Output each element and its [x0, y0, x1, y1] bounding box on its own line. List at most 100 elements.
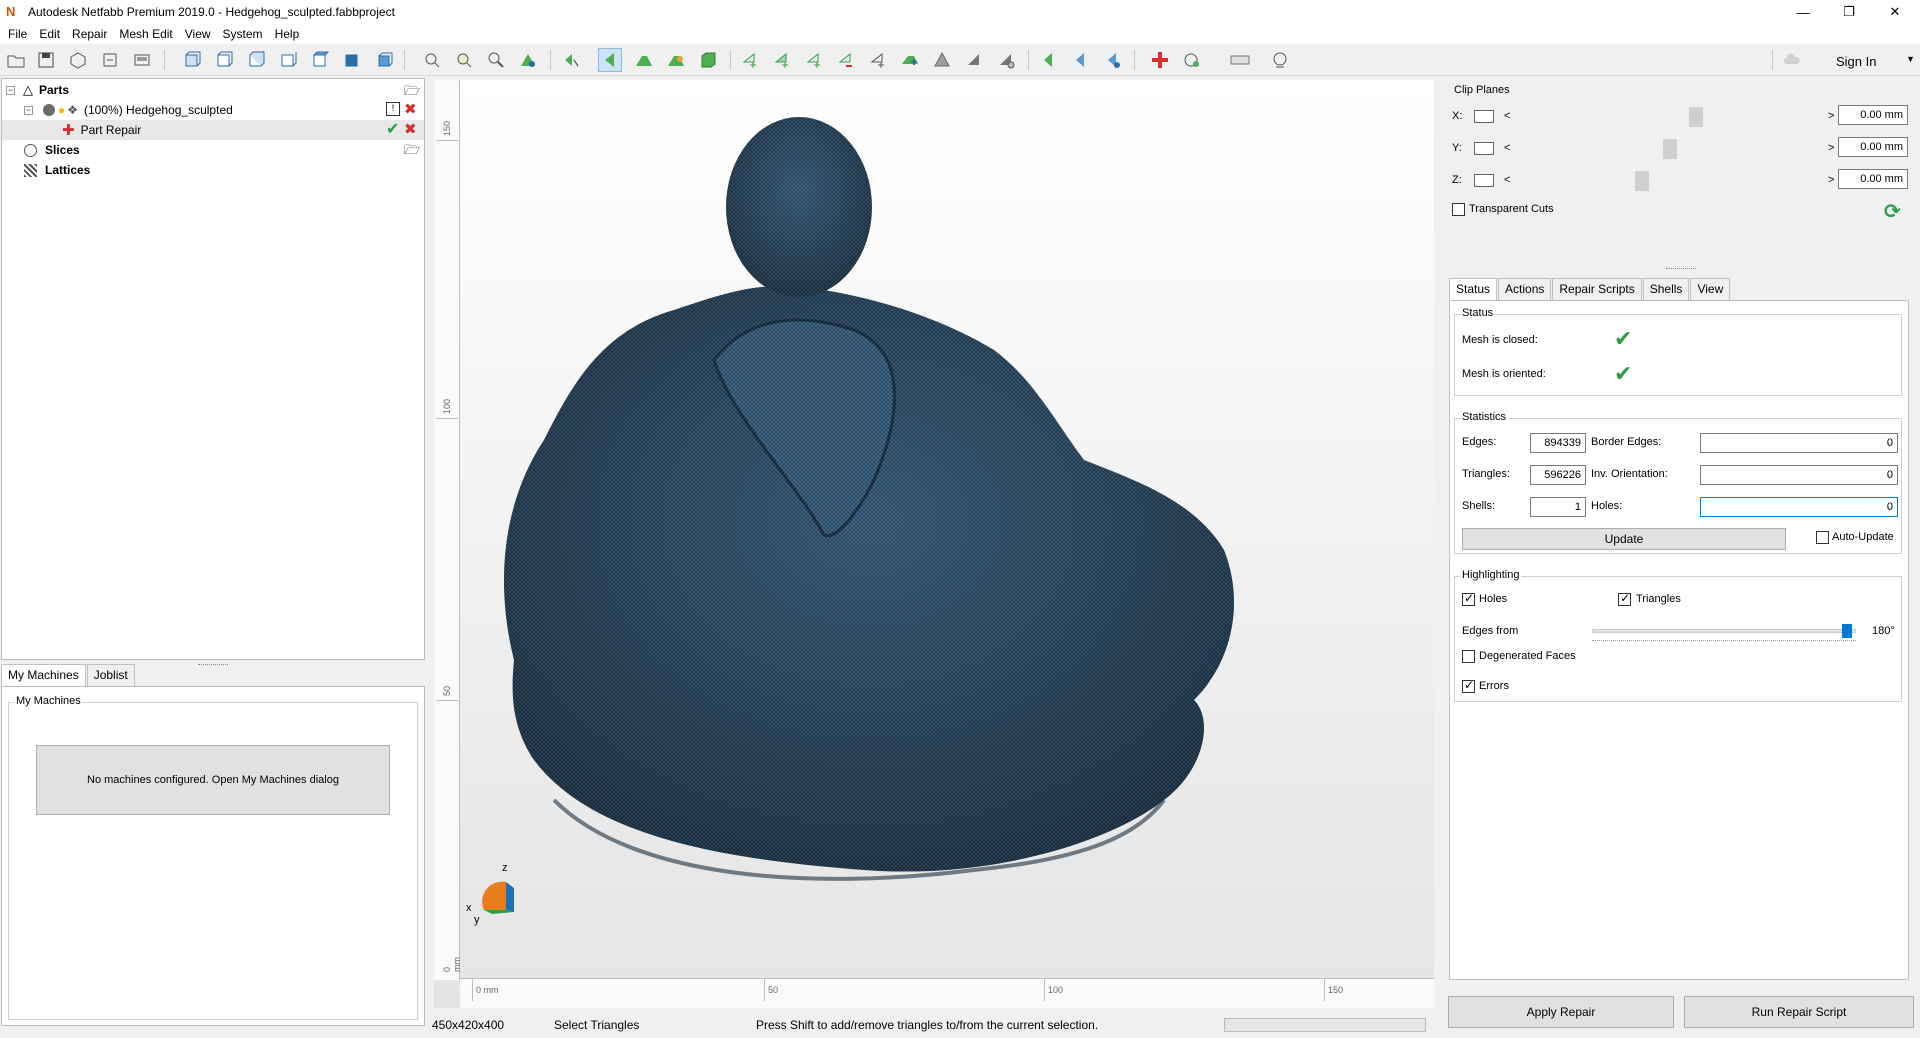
view-iso-icon[interactable] — [372, 48, 396, 72]
zoom-icon[interactable] — [484, 48, 508, 72]
clip-plane-z-value[interactable]: 0.00 mm — [1838, 169, 1908, 189]
zoom-selection-icon[interactable] — [452, 48, 476, 72]
clip-plane-z-slider[interactable] — [1518, 171, 1824, 191]
update-button[interactable]: Update — [1462, 528, 1786, 550]
apply-repair-button[interactable]: Apply Repair — [1448, 996, 1674, 1028]
view-top-icon[interactable] — [308, 48, 332, 72]
menu-system[interactable]: System — [217, 27, 269, 41]
add-support-icon[interactable] — [1180, 48, 1204, 72]
add-part-icon[interactable] — [66, 48, 90, 72]
run-repair-script-button[interactable]: Run Repair Script — [1684, 996, 1914, 1028]
menu-view[interactable]: View — [179, 27, 217, 41]
tab-joblist[interactable]: Joblist — [86, 664, 135, 686]
clip-plane-y-toggle[interactable] — [1474, 141, 1494, 155]
open-icon[interactable] — [4, 48, 28, 72]
cut-triangle-icon[interactable] — [962, 48, 986, 72]
add-triangle-3-icon[interactable] — [802, 48, 826, 72]
clip-plane-x-value[interactable]: 0.00 mm — [1838, 105, 1908, 125]
clip-plane-x-slider[interactable] — [1518, 107, 1824, 127]
select-all-icon[interactable] — [696, 48, 720, 72]
part-info-icon[interactable] — [516, 48, 540, 72]
tab-my-machines[interactable]: My Machines — [1, 664, 86, 686]
view-bottom-icon[interactable] — [340, 48, 364, 72]
view-left-icon[interactable] — [244, 48, 268, 72]
tree-item-lattices[interactable]: Lattices — [24, 160, 424, 180]
tab-actions[interactable]: Actions — [1498, 278, 1552, 300]
close-button[interactable]: ✕ — [1872, 0, 1918, 24]
slider-right-icon[interactable]: > — [1828, 142, 1834, 154]
sign-in-button[interactable]: Sign In — [1836, 54, 1876, 69]
view-right-icon[interactable] — [276, 48, 300, 72]
label-icon[interactable] — [1228, 48, 1252, 72]
tab-repair-scripts[interactable]: Repair Scripts — [1552, 278, 1642, 300]
tab-status[interactable]: Status — [1449, 278, 1498, 300]
info-icon[interactable]: ! — [386, 102, 400, 116]
3d-viewport[interactable]: 150 100 50 0 mm 0 mm 50 100 150 z x y — [434, 80, 1434, 1008]
open-my-machines-button[interactable]: No machines configured. Open My Machines… — [36, 745, 390, 815]
save-icon[interactable] — [34, 48, 58, 72]
collapse-icon[interactable]: − — [6, 85, 15, 95]
slider-left-icon[interactable]: < — [1504, 142, 1518, 154]
slider-left-icon[interactable]: < — [1504, 174, 1518, 186]
remove-part-icon[interactable]: ✖ — [404, 100, 417, 118]
clip-plane-y-value[interactable]: 0.00 mm — [1838, 137, 1908, 157]
select-triangles-icon[interactable] — [598, 48, 622, 72]
zoom-all-icon[interactable] — [420, 48, 444, 72]
discard-repair-icon[interactable]: ✖ — [404, 120, 417, 138]
tab-shells[interactable]: Shells — [1642, 278, 1690, 300]
export-icon[interactable] — [130, 48, 154, 72]
import-icon[interactable] — [98, 48, 122, 72]
select-shell-icon[interactable] — [664, 48, 688, 72]
measure-icon[interactable] — [1268, 48, 1292, 72]
tree-item-part-repair[interactable]: ✚ Part Repair — [2, 120, 424, 140]
slider-left-icon[interactable]: < — [1504, 110, 1518, 122]
minimize-button[interactable]: — — [1780, 0, 1826, 24]
slider-right-icon[interactable]: > — [1828, 174, 1834, 186]
triangles-checkbox[interactable] — [1618, 591, 1631, 606]
view-front-icon[interactable] — [180, 48, 204, 72]
stitch-icon[interactable] — [898, 48, 922, 72]
tree-item-parts[interactable]: − △ Parts — [6, 80, 424, 100]
restore-button[interactable]: ❐ — [1826, 0, 1872, 24]
tree-item-part[interactable]: − ● ❖ (100%) Hedgehog_sculpted — [24, 100, 424, 120]
tree-item-slices[interactable]: Slices — [24, 140, 424, 160]
apply-repair-check-icon[interactable]: ✔ — [386, 119, 399, 139]
slider-right-icon[interactable]: > — [1828, 110, 1834, 122]
hedgehog-mesh[interactable] — [434, 80, 1434, 980]
view-back-icon[interactable] — [212, 48, 236, 72]
menu-help[interactable]: Help — [269, 27, 306, 41]
move-point-icon[interactable] — [866, 48, 890, 72]
select-surface-icon[interactable] — [632, 48, 656, 72]
collapse-icon[interactable]: − — [24, 105, 33, 115]
remove-triangle-icon[interactable] — [834, 48, 858, 72]
transparent-cuts-checkbox[interactable] — [1452, 202, 1465, 216]
transparent-cuts-row[interactable]: Transparent Cuts — [1452, 198, 1554, 220]
tab-view[interactable]: View — [1690, 278, 1731, 300]
sign-in-chevron-icon[interactable]: ▼ — [1906, 54, 1915, 64]
splitter-grip[interactable] — [1666, 268, 1696, 270]
add-triangle-2-icon[interactable] — [770, 48, 794, 72]
shell-icon[interactable] — [930, 48, 954, 72]
menu-mesh-edit[interactable]: Mesh Edit — [113, 27, 178, 41]
bulb-icon[interactable]: ● — [58, 103, 65, 117]
splitter-grip[interactable] — [198, 664, 228, 666]
selection-info-icon[interactable] — [1100, 48, 1124, 72]
menu-repair[interactable]: Repair — [66, 27, 113, 41]
clip-plane-z-toggle[interactable] — [1474, 173, 1494, 187]
edges-from-slider[interactable] — [1592, 624, 1856, 641]
menu-file[interactable]: File — [2, 27, 33, 41]
holes-checkbox[interactable] — [1462, 591, 1475, 606]
clip-plane-x-toggle[interactable] — [1474, 109, 1494, 123]
holes-value[interactable]: 0 — [1700, 497, 1898, 517]
clip-plane-y-slider[interactable] — [1518, 139, 1824, 159]
invert-selection-icon[interactable] — [1068, 48, 1092, 72]
degenerated-faces-checkbox[interactable] — [1462, 650, 1475, 663]
menu-edit[interactable]: Edit — [33, 27, 66, 41]
refresh-icon[interactable]: ⟳ — [1884, 199, 1901, 224]
errors-checkbox[interactable] — [1462, 678, 1475, 693]
part-color-icon[interactable] — [43, 104, 55, 116]
undo-selection-icon[interactable] — [1036, 48, 1060, 72]
auto-update-checkbox[interactable] — [1816, 531, 1829, 544]
select-mode-icon[interactable] — [560, 48, 584, 72]
remove-shell-icon[interactable] — [994, 48, 1018, 72]
